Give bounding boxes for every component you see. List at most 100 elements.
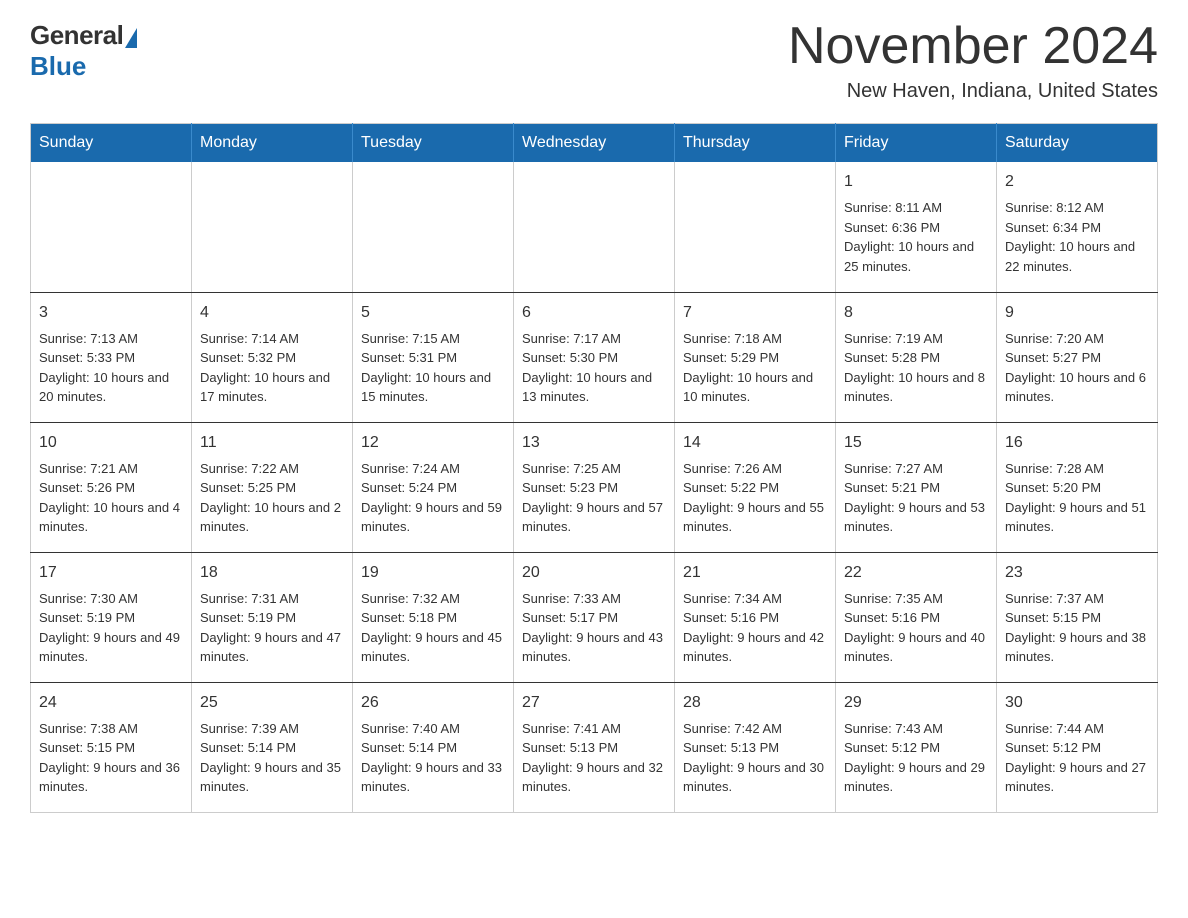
calendar-cell: 30 Sunrise: 7:44 AM Sunset: 5:12 PM Dayli… bbox=[997, 682, 1158, 812]
calendar-cell: 3 Sunrise: 7:13 AM Sunset: 5:33 PM Daylig… bbox=[31, 292, 192, 422]
calendar-cell bbox=[675, 162, 836, 292]
day-number: 18 bbox=[200, 561, 344, 585]
day-number: 9 bbox=[1005, 301, 1149, 325]
calendar-week-5: 24Sunrise: 7:38 AM Sunset: 5:15 PM Dayli… bbox=[31, 682, 1158, 812]
calendar-cell bbox=[31, 162, 192, 292]
month-title: November 2024 bbox=[788, 20, 1158, 72]
calendar-cell: 14 Sunrise: 7:26 AM Sunset: 5:22 PM Dayli… bbox=[675, 422, 836, 552]
calendar-cell: 21 Sunrise: 7:34 AM Sunset: 5:16 PM Dayli… bbox=[675, 552, 836, 682]
day-info: Sunrise: 7:44 AM Sunset: 5:12 PM Dayligh… bbox=[1005, 719, 1149, 797]
day-number: 4 bbox=[200, 301, 344, 325]
day-info: Sunrise: 7:30 AM Sunset: 5:19 PM Dayligh… bbox=[39, 589, 183, 667]
day-number: 19 bbox=[361, 561, 505, 585]
calendar-cell: 10 Sunrise: 7:21 AM Sunset: 5:26 PM Dayli… bbox=[31, 422, 192, 552]
day-info: Sunrise: 7:42 AM Sunset: 5:13 PM Dayligh… bbox=[683, 719, 827, 797]
day-number: 25 bbox=[200, 691, 344, 715]
day-info: Sunrise: 7:35 AM Sunset: 5:16 PM Dayligh… bbox=[844, 589, 988, 667]
day-info: Sunrise: 7:28 AM Sunset: 5:20 PM Dayligh… bbox=[1005, 459, 1149, 537]
day-number: 13 bbox=[522, 431, 666, 455]
day-number: 2 bbox=[1005, 170, 1149, 194]
day-info: Sunrise: 7:18 AM Sunset: 5:29 PM Dayligh… bbox=[683, 329, 827, 407]
day-info: Sunrise: 7:24 AM Sunset: 5:24 PM Dayligh… bbox=[361, 459, 505, 537]
day-number: 5 bbox=[361, 301, 505, 325]
calendar-cell: 15Sunrise: 7:27 AM Sunset: 5:21 PM Dayli… bbox=[836, 422, 997, 552]
calendar-cell: 1 Sunrise: 8:11 AM Sunset: 6:36 PM Daylig… bbox=[836, 162, 997, 292]
day-number: 16 bbox=[1005, 431, 1149, 455]
title-section: November 2024 New Haven, Indiana, United… bbox=[788, 20, 1158, 103]
calendar-cell: 4Sunrise: 7:14 AM Sunset: 5:32 PM Daylig… bbox=[192, 292, 353, 422]
day-number: 20 bbox=[522, 561, 666, 585]
calendar-week-3: 10 Sunrise: 7:21 AM Sunset: 5:26 PM Dayli… bbox=[31, 422, 1158, 552]
day-number: 21 bbox=[683, 561, 827, 585]
day-info: Sunrise: 7:26 AM Sunset: 5:22 PM Dayligh… bbox=[683, 459, 827, 537]
day-info: Sunrise: 7:15 AM Sunset: 5:31 PM Dayligh… bbox=[361, 329, 505, 407]
day-info: Sunrise: 7:13 AM Sunset: 5:33 PM Dayligh… bbox=[39, 329, 183, 407]
day-info: Sunrise: 7:32 AM Sunset: 5:18 PM Dayligh… bbox=[361, 589, 505, 667]
calendar-cell: 18 Sunrise: 7:31 AM Sunset: 5:19 PM Dayli… bbox=[192, 552, 353, 682]
day-info: Sunrise: 7:39 AM Sunset: 5:14 PM Dayligh… bbox=[200, 719, 344, 797]
calendar-header-row: SundayMondayTuesdayWednesdayThursdayFrid… bbox=[31, 124, 1158, 163]
calendar-header-saturday: Saturday bbox=[997, 124, 1158, 163]
calendar-cell: 28Sunrise: 7:42 AM Sunset: 5:13 PM Dayli… bbox=[675, 682, 836, 812]
day-number: 17 bbox=[39, 561, 183, 585]
day-info: Sunrise: 7:34 AM Sunset: 5:16 PM Dayligh… bbox=[683, 589, 827, 667]
day-info: Sunrise: 7:33 AM Sunset: 5:17 PM Dayligh… bbox=[522, 589, 666, 667]
day-number: 1 bbox=[844, 170, 988, 194]
day-info: Sunrise: 7:37 AM Sunset: 5:15 PM Dayligh… bbox=[1005, 589, 1149, 667]
calendar-cell: 6Sunrise: 7:17 AM Sunset: 5:30 PM Daylig… bbox=[514, 292, 675, 422]
calendar-header-thursday: Thursday bbox=[675, 124, 836, 163]
day-info: Sunrise: 8:12 AM Sunset: 6:34 PM Dayligh… bbox=[1005, 198, 1149, 276]
calendar-header-friday: Friday bbox=[836, 124, 997, 163]
calendar-cell: 26 Sunrise: 7:40 AM Sunset: 5:14 PM Dayli… bbox=[353, 682, 514, 812]
calendar-cell: 17 Sunrise: 7:30 AM Sunset: 5:19 PM Dayli… bbox=[31, 552, 192, 682]
day-number: 8 bbox=[844, 301, 988, 325]
day-number: 14 bbox=[683, 431, 827, 455]
calendar-cell: 25 Sunrise: 7:39 AM Sunset: 5:14 PM Dayli… bbox=[192, 682, 353, 812]
logo-blue-text: Blue bbox=[30, 51, 86, 82]
day-number: 7 bbox=[683, 301, 827, 325]
day-number: 30 bbox=[1005, 691, 1149, 715]
calendar-header-sunday: Sunday bbox=[31, 124, 192, 163]
calendar-cell: 12 Sunrise: 7:24 AM Sunset: 5:24 PM Dayli… bbox=[353, 422, 514, 552]
day-info: Sunrise: 7:40 AM Sunset: 5:14 PM Dayligh… bbox=[361, 719, 505, 797]
calendar-cell bbox=[514, 162, 675, 292]
calendar-header-tuesday: Tuesday bbox=[353, 124, 514, 163]
day-number: 29 bbox=[844, 691, 988, 715]
day-number: 11 bbox=[200, 431, 344, 455]
calendar-cell: 8 Sunrise: 7:19 AM Sunset: 5:28 PM Daylig… bbox=[836, 292, 997, 422]
calendar-cell: 16 Sunrise: 7:28 AM Sunset: 5:20 PM Dayli… bbox=[997, 422, 1158, 552]
location-title: New Haven, Indiana, United States bbox=[788, 80, 1158, 103]
calendar-cell: 20 Sunrise: 7:33 AM Sunset: 5:17 PM Dayli… bbox=[514, 552, 675, 682]
calendar-cell: 29Sunrise: 7:43 AM Sunset: 5:12 PM Dayli… bbox=[836, 682, 997, 812]
logo-triangle-icon bbox=[125, 28, 137, 48]
calendar-cell: 2 Sunrise: 8:12 AM Sunset: 6:34 PM Daylig… bbox=[997, 162, 1158, 292]
calendar-cell bbox=[353, 162, 514, 292]
day-info: Sunrise: 8:11 AM Sunset: 6:36 PM Dayligh… bbox=[844, 198, 988, 276]
day-number: 12 bbox=[361, 431, 505, 455]
calendar-cell: 27Sunrise: 7:41 AM Sunset: 5:13 PM Dayli… bbox=[514, 682, 675, 812]
calendar-cell: 5 Sunrise: 7:15 AM Sunset: 5:31 PM Daylig… bbox=[353, 292, 514, 422]
page-header: General Blue November 2024 New Haven, In… bbox=[30, 20, 1158, 103]
day-info: Sunrise: 7:22 AM Sunset: 5:25 PM Dayligh… bbox=[200, 459, 344, 537]
day-number: 26 bbox=[361, 691, 505, 715]
day-number: 23 bbox=[1005, 561, 1149, 585]
calendar-week-4: 17 Sunrise: 7:30 AM Sunset: 5:19 PM Dayli… bbox=[31, 552, 1158, 682]
calendar-cell: 23 Sunrise: 7:37 AM Sunset: 5:15 PM Dayli… bbox=[997, 552, 1158, 682]
calendar-cell: 19 Sunrise: 7:32 AM Sunset: 5:18 PM Dayli… bbox=[353, 552, 514, 682]
calendar-cell bbox=[192, 162, 353, 292]
day-info: Sunrise: 7:21 AM Sunset: 5:26 PM Dayligh… bbox=[39, 459, 183, 537]
day-number: 22 bbox=[844, 561, 988, 585]
calendar-header-monday: Monday bbox=[192, 124, 353, 163]
calendar-cell: 11 Sunrise: 7:22 AM Sunset: 5:25 PM Dayli… bbox=[192, 422, 353, 552]
calendar-table: SundayMondayTuesdayWednesdayThursdayFrid… bbox=[30, 123, 1158, 813]
day-info: Sunrise: 7:19 AM Sunset: 5:28 PM Dayligh… bbox=[844, 329, 988, 407]
day-info: Sunrise: 7:41 AM Sunset: 5:13 PM Dayligh… bbox=[522, 719, 666, 797]
day-number: 3 bbox=[39, 301, 183, 325]
calendar-cell: 9Sunrise: 7:20 AM Sunset: 5:27 PM Daylig… bbox=[997, 292, 1158, 422]
calendar-cell: 13Sunrise: 7:25 AM Sunset: 5:23 PM Dayli… bbox=[514, 422, 675, 552]
calendar-week-1: 1 Sunrise: 8:11 AM Sunset: 6:36 PM Daylig… bbox=[31, 162, 1158, 292]
day-number: 10 bbox=[39, 431, 183, 455]
day-info: Sunrise: 7:31 AM Sunset: 5:19 PM Dayligh… bbox=[200, 589, 344, 667]
calendar-cell: 22 Sunrise: 7:35 AM Sunset: 5:16 PM Dayli… bbox=[836, 552, 997, 682]
day-info: Sunrise: 7:38 AM Sunset: 5:15 PM Dayligh… bbox=[39, 719, 183, 797]
